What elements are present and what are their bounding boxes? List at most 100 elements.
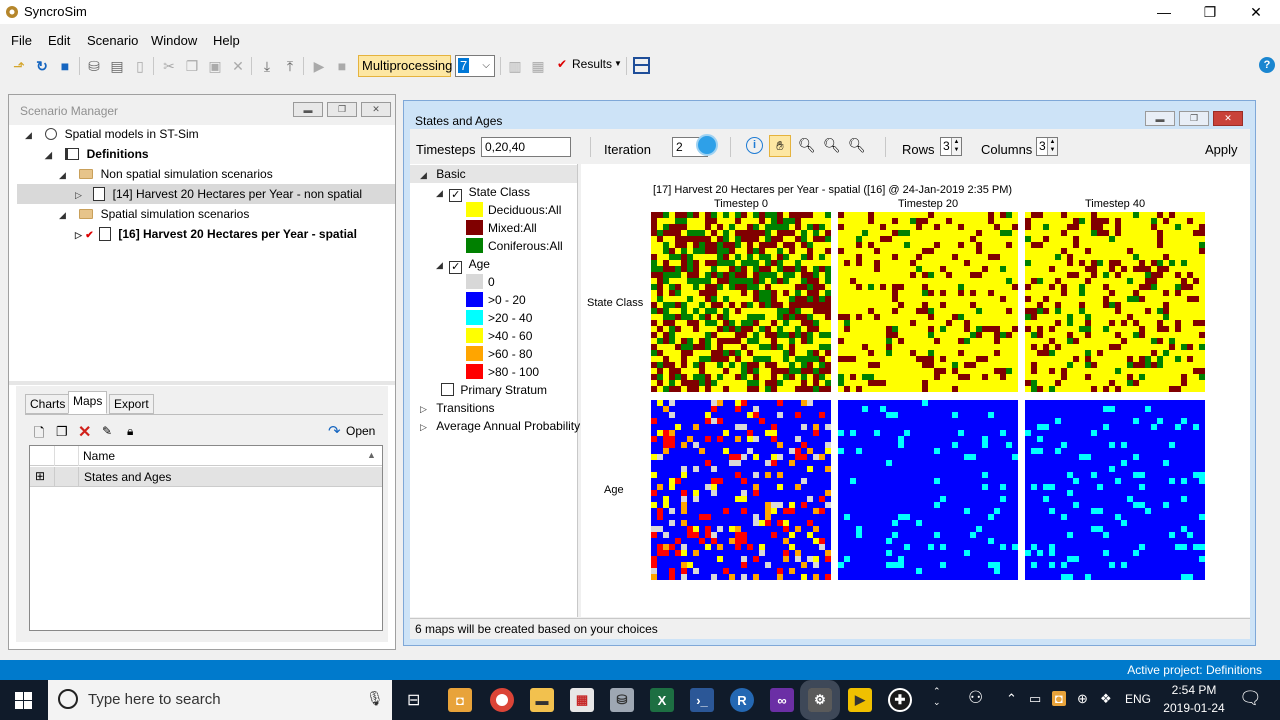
notifications-icon[interactable]: 🗨︎ xyxy=(1239,688,1262,709)
map-state-class-t20[interactable] xyxy=(838,212,1018,392)
rows-stepper[interactable]: 3 ▲ ▼ xyxy=(940,137,962,156)
tray-expand-icon[interactable]: ⌃ xyxy=(1006,691,1017,707)
map-state-class-t40[interactable] xyxy=(1025,212,1205,392)
layout-icon[interactable] xyxy=(633,57,650,74)
delete-icon[interactable]: ✕ xyxy=(229,57,247,75)
tab-charts[interactable]: Charts xyxy=(25,394,71,414)
cut-icon[interactable]: ✂ xyxy=(160,57,178,75)
menu-help[interactable]: Help xyxy=(213,33,240,48)
zoom-reset-icon[interactable]: 🔍︎ xyxy=(848,137,866,154)
scenario-list-icon[interactable]: ▦ xyxy=(529,57,547,75)
delete-icon[interactable]: ✕ xyxy=(78,422,91,442)
state-class-checkbox[interactable]: ✓ xyxy=(449,189,463,202)
zoom-in-icon[interactable]: 🔍︎ xyxy=(823,137,841,154)
scenario-icon[interactable]: ▥ xyxy=(506,57,524,75)
r-icon[interactable]: R xyxy=(730,688,754,712)
map-age-t40[interactable] xyxy=(1025,400,1205,580)
results-dropdown[interactable]: Results xyxy=(572,57,612,71)
taskbar-app-icon[interactable]: ✚ xyxy=(888,688,912,712)
window-close-button[interactable]: ✕ xyxy=(1233,0,1279,24)
tree-folder-spatial[interactable]: ◢ Spatial simulation scenarios xyxy=(59,204,249,224)
layer-group-basic[interactable]: ◢ Basic xyxy=(410,165,577,183)
tray-app-icon[interactable]: ⊕ xyxy=(1077,691,1088,707)
stop-icon[interactable]: ■ xyxy=(333,57,351,75)
taskbar-app-icon[interactable]: ▶ xyxy=(848,688,872,712)
visual-studio-icon[interactable]: ∞ xyxy=(770,688,794,712)
layer-group-transitions[interactable]: ▷ Transitions xyxy=(420,399,495,417)
layer-primary-stratum[interactable]: Primary Stratum xyxy=(441,381,547,399)
panel-close-button[interactable]: ✕ xyxy=(361,102,391,117)
window-minimize-button[interactable]: — xyxy=(1141,0,1187,24)
tab-export[interactable]: Export xyxy=(109,394,154,414)
tree-definitions[interactable]: ◢ Definitions xyxy=(45,144,149,164)
primary-stratum-checkbox[interactable] xyxy=(441,383,454,396)
apply-button[interactable]: Apply xyxy=(1205,142,1238,157)
properties-icon[interactable]: ▤ xyxy=(108,57,126,75)
people-icon[interactable]: ⚇ xyxy=(968,688,983,708)
tray-app-icon[interactable]: ◘ xyxy=(1052,691,1066,706)
multiprocessing-button[interactable]: Multiprocessing xyxy=(358,55,452,77)
age-checkbox[interactable]: ✓ xyxy=(449,261,463,274)
export-icon[interactable]: ⤒ xyxy=(281,57,299,75)
info-icon[interactable]: i xyxy=(746,137,763,154)
help-icon[interactable]: ? xyxy=(1259,57,1275,73)
menu-edit[interactable]: Edit xyxy=(48,33,70,48)
tab-maps[interactable]: Maps xyxy=(68,391,108,414)
chrome-icon[interactable] xyxy=(490,688,514,712)
open-library-icon[interactable]: ⬏ xyxy=(10,57,28,75)
lock-icon[interactable]: 🔒︎ xyxy=(127,424,133,439)
zoom-out-icon[interactable]: 🔍︎ xyxy=(798,137,816,154)
list-item[interactable]: ⊞ States and Ages xyxy=(30,467,382,487)
tree-folder-non-spatial[interactable]: ◢ Non spatial simulation scenarios xyxy=(59,164,273,184)
menu-scenario[interactable]: Scenario xyxy=(87,33,138,48)
tree-scenario-16[interactable]: ▷ ✔ [16] Harvest 20 Hectares per Year - … xyxy=(75,224,357,244)
clock-date[interactable]: 2019-01-24 xyxy=(1160,701,1228,715)
threads-dropdown[interactable]: 7 ⌵ xyxy=(455,55,495,77)
syncrosim-taskbar-icon[interactable]: ⚙ xyxy=(800,680,840,720)
excel-icon[interactable]: X xyxy=(650,688,674,712)
map-age-t20[interactable] xyxy=(838,400,1018,580)
powershell-icon[interactable]: ›_ xyxy=(690,688,714,712)
panel-restore-button[interactable]: ❐ xyxy=(327,102,357,117)
copy-icon[interactable]: ❐ xyxy=(183,57,201,75)
taskbar-search-box[interactable]: Type here to search 🎙︎ xyxy=(48,680,392,720)
splitter[interactable] xyxy=(9,381,395,385)
task-view-icon[interactable]: ⊟ xyxy=(407,690,420,710)
microphone-icon[interactable]: 🎙︎ xyxy=(366,690,384,707)
paste-icon[interactable]: ▣ xyxy=(206,57,224,75)
layer-age[interactable]: ◢ ✓ Age xyxy=(436,255,490,274)
menu-window[interactable]: Window xyxy=(151,33,197,48)
taskbar-app-icon[interactable]: ◘ xyxy=(448,688,472,712)
panel-minimize-button[interactable]: ▬ xyxy=(293,102,323,117)
run-icon[interactable]: ▶ xyxy=(310,57,328,75)
new-icon[interactable]: 🗋 xyxy=(34,424,44,446)
windows-start-icon[interactable] xyxy=(15,692,32,709)
network-icon[interactable]: ▭ xyxy=(1029,691,1041,707)
tree-scenario-14[interactable]: ▷ [14] Harvest 20 Hectares per Year - no… xyxy=(17,184,395,204)
window-minimize-button[interactable]: ▬ xyxy=(1145,111,1175,126)
layer-state-class[interactable]: ◢ ✓ State Class xyxy=(436,183,530,202)
taskbar-app-icon[interactable]: ▦ xyxy=(570,688,594,712)
window-restore-button[interactable]: ❐ xyxy=(1179,111,1209,126)
scroll-arrows-icon[interactable]: ⌃ ⌄ xyxy=(933,686,941,708)
menu-file[interactable]: File xyxy=(11,33,32,48)
clock-time[interactable]: 2:54 PM xyxy=(1165,683,1223,697)
window-maximize-button[interactable]: ❐ xyxy=(1187,0,1233,24)
refresh-icon[interactable]: ↻ xyxy=(33,57,51,75)
save-icon[interactable]: ■ xyxy=(56,57,74,75)
import-icon[interactable]: ⤓ xyxy=(258,57,276,75)
columns-stepper[interactable]: 3 ▲ ▼ xyxy=(1036,137,1058,156)
timesteps-input[interactable] xyxy=(481,137,571,157)
map-state-class-t0[interactable] xyxy=(651,212,831,392)
tree-library[interactable]: ◢ Spatial models in ST-Sim xyxy=(25,124,199,144)
open-button[interactable]: Open xyxy=(346,424,375,438)
file-explorer-icon[interactable]: ▬ xyxy=(530,688,554,712)
dropbox-icon[interactable]: ❖ xyxy=(1100,691,1112,707)
map-age-t0[interactable] xyxy=(651,400,831,580)
database-icon[interactable]: ⛁ xyxy=(85,57,103,75)
taskbar-app-icon[interactable]: ⛁ xyxy=(610,688,634,712)
rename-icon[interactable]: ✎ xyxy=(102,424,112,438)
pan-hand-icon[interactable]: ✋︎ xyxy=(769,135,791,157)
layer-group-avg-annual-probability[interactable]: ▷ Average Annual Probability xyxy=(420,417,580,435)
copy-icon[interactable]: ❐ xyxy=(56,424,68,440)
